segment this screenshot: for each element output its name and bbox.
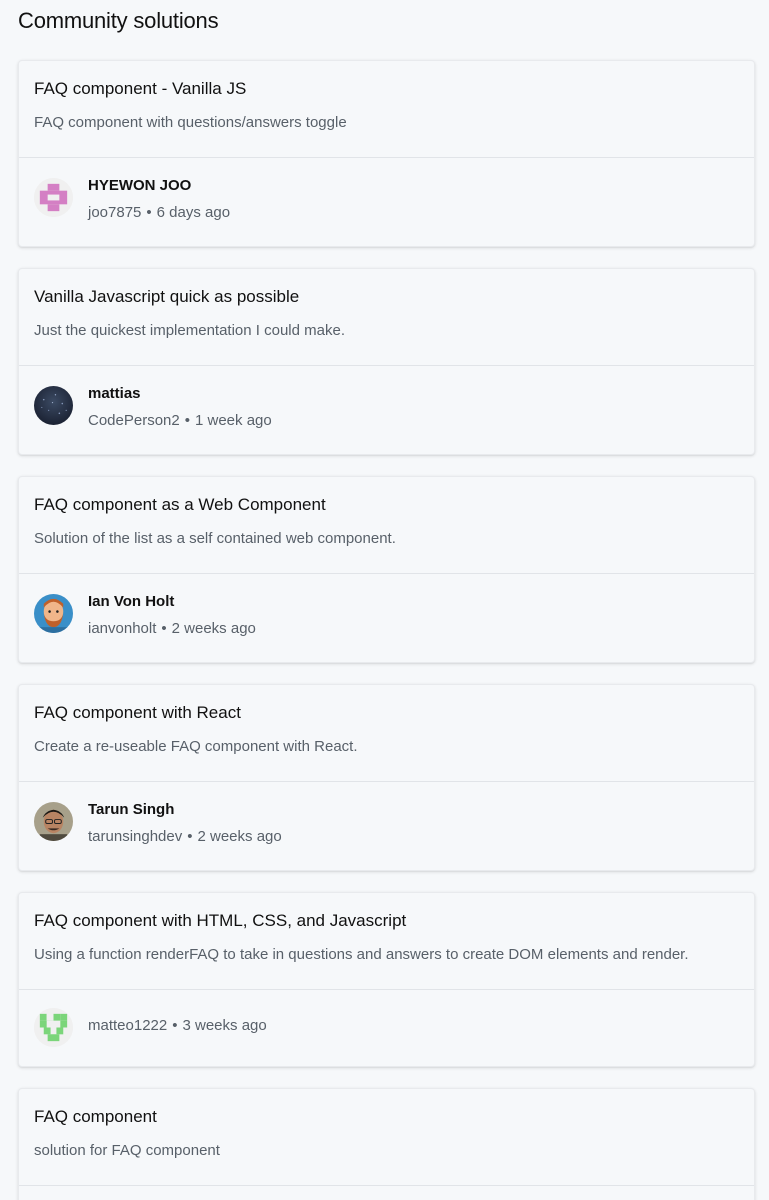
- posted-time: 3 weeks ago: [182, 1017, 267, 1034]
- identicon-pink-icon: [34, 178, 73, 217]
- solution-description: Using a function renderFAQ to take in qu…: [34, 946, 689, 963]
- username[interactable]: ianvonholt: [88, 620, 156, 637]
- username[interactable]: joo7875: [88, 204, 141, 221]
- author-meta: CodePerson2 • 1 week ago: [88, 412, 272, 429]
- solution-title[interactable]: Vanilla Javascript quick as possible: [34, 287, 299, 307]
- username[interactable]: matteo1222: [88, 1017, 167, 1034]
- author-name[interactable]: mattias: [88, 385, 141, 402]
- separator-dot: •: [161, 620, 167, 637]
- solution-title[interactable]: FAQ component with React: [34, 703, 241, 723]
- community-solutions-page: Community solutions FAQ component - Vani…: [0, 0, 769, 1200]
- solution-card[interactable]: FAQ component with React Create a re-use…: [18, 684, 755, 871]
- separator-dot: •: [172, 1017, 178, 1034]
- solution-description: Create a re-useable FAQ component with R…: [34, 738, 358, 755]
- solution-card[interactable]: Vanilla Javascript quick as possible Jus…: [18, 268, 755, 455]
- posted-time: 2 weeks ago: [197, 828, 282, 845]
- avatar-photo-icon: [34, 802, 73, 841]
- avatar[interactable]: [34, 1008, 73, 1047]
- avatar[interactable]: [34, 178, 73, 217]
- separator-dot: •: [184, 412, 190, 429]
- solution-card[interactable]: FAQ component with HTML, CSS, and Javasc…: [18, 892, 755, 1067]
- solution-description: Solution of the list as a self contained…: [34, 530, 396, 547]
- solution-description: FAQ component with questions/answers tog…: [34, 114, 347, 131]
- page-title: Community solutions: [18, 8, 219, 33]
- posted-time: 6 days ago: [156, 204, 231, 221]
- solution-title[interactable]: FAQ component - Vanilla JS: [34, 79, 246, 99]
- author-meta: matteo1222 • 3 weeks ago: [88, 1017, 267, 1034]
- solution-title[interactable]: FAQ component: [34, 1107, 157, 1127]
- username[interactable]: tarunsinghdev: [88, 828, 182, 845]
- avatar[interactable]: [34, 802, 73, 841]
- author-meta: ianvonholt • 2 weeks ago: [88, 620, 256, 637]
- solution-card[interactable]: FAQ component solution for FAQ component: [18, 1088, 755, 1200]
- separator-dot: •: [187, 828, 193, 845]
- identicon-green-icon: [34, 1008, 73, 1047]
- avatar-illustration-icon: [34, 594, 73, 633]
- solution-description: Just the quickest implementation I could…: [34, 322, 345, 339]
- solution-title[interactable]: FAQ component with HTML, CSS, and Javasc…: [34, 911, 406, 931]
- avatar-photo-icon: [34, 386, 73, 425]
- solution-card[interactable]: FAQ component - Vanilla JS FAQ component…: [18, 60, 755, 247]
- author-name[interactable]: Ian Von Holt: [88, 593, 174, 610]
- author-name[interactable]: Tarun Singh: [88, 801, 174, 818]
- solution-description: solution for FAQ component: [34, 1142, 220, 1159]
- avatar[interactable]: [34, 594, 73, 633]
- solution-title[interactable]: FAQ component as a Web Component: [34, 495, 326, 515]
- separator-dot: •: [146, 204, 152, 221]
- author-name[interactable]: HYEWON JOO: [88, 177, 191, 194]
- solution-card[interactable]: FAQ component as a Web Component Solutio…: [18, 476, 755, 663]
- avatar[interactable]: [34, 386, 73, 425]
- author-meta: joo7875 • 6 days ago: [88, 204, 230, 221]
- posted-time: 2 weeks ago: [171, 620, 256, 637]
- author-meta: tarunsinghdev • 2 weeks ago: [88, 828, 282, 845]
- username[interactable]: CodePerson2: [88, 412, 180, 429]
- card-divider: [19, 1185, 754, 1186]
- posted-time: 1 week ago: [195, 412, 272, 429]
